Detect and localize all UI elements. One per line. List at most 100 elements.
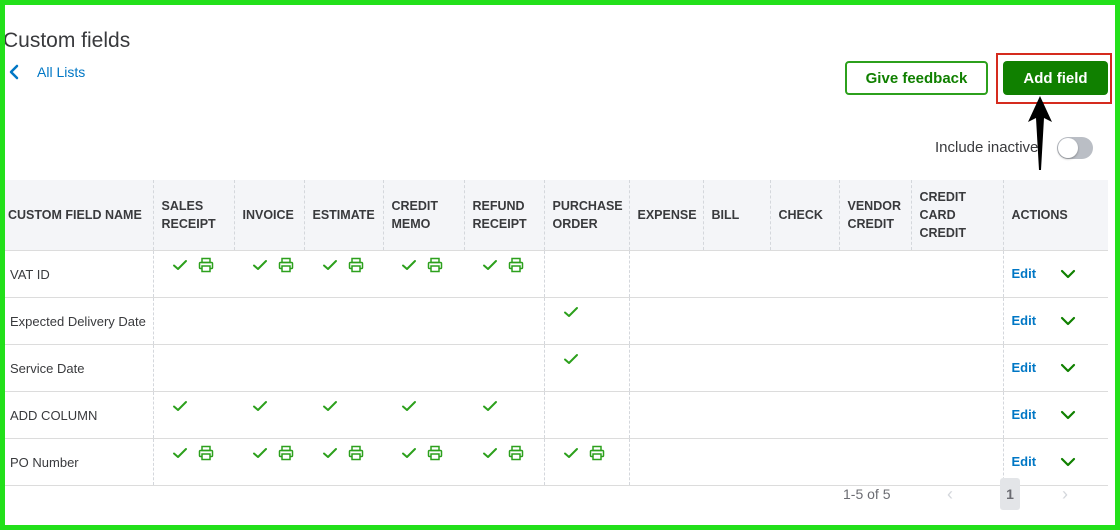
include-inactive-toggle[interactable] [1057, 137, 1093, 159]
cell-sales-receipt [152, 297, 234, 345]
table-row: Service Date Edit [5, 344, 1108, 392]
cell-vendor-credit [839, 344, 911, 392]
cell-refund-receipt [464, 438, 544, 486]
back-link-label: All Lists [37, 64, 86, 80]
cell-estimate [304, 250, 383, 298]
print-icon [427, 445, 443, 461]
check-icon [172, 448, 187, 458]
check-icon [402, 260, 416, 270]
table-row: ADD COLUMN Edit [5, 391, 1108, 439]
header-credit-card-credit[interactable]: CREDIT CARD CREDIT [910, 180, 1003, 251]
edit-link[interactable]: Edit [1012, 454, 1037, 469]
cell-invoice [234, 391, 304, 439]
annotation-arrow-icon [1028, 96, 1052, 170]
check-icon [563, 307, 578, 317]
prev-page-icon[interactable]: ‹ [947, 484, 953, 505]
check-icon [402, 448, 416, 458]
header-custom-field-name[interactable]: CUSTOM FIELD NAME [5, 180, 153, 251]
header-sales-receipt[interactable]: SALES RECEIPT [152, 180, 234, 251]
add-field-button[interactable]: Add field [1003, 61, 1108, 95]
cell-refund-receipt [464, 250, 544, 298]
cell-sales-receipt [152, 391, 234, 439]
print-icon [508, 445, 524, 461]
cell-bill [703, 297, 770, 345]
header-vendor-credit[interactable]: VENDOR CREDIT [838, 180, 911, 251]
print-icon [348, 445, 364, 461]
check-icon [483, 448, 497, 458]
cell-credit-card-credit [911, 344, 1003, 392]
cell-credit-memo [383, 438, 464, 486]
cell-estimate [304, 297, 383, 345]
chevron-down-icon[interactable] [1060, 316, 1076, 326]
check-icon [323, 448, 337, 458]
chevron-down-icon[interactable] [1060, 457, 1076, 467]
give-feedback-button[interactable]: Give feedback [845, 61, 988, 95]
print-icon [278, 445, 294, 461]
cell-bill [703, 250, 770, 298]
cell-bill [703, 344, 770, 392]
cell-credit-memo [383, 344, 464, 392]
cell-refund-receipt [464, 344, 544, 392]
cell-actions: Edit [1002, 297, 1108, 345]
chevron-down-icon[interactable] [1060, 410, 1076, 420]
cell-actions: Edit [1002, 250, 1108, 298]
cell-bill [703, 438, 770, 486]
header-bill[interactable]: BILL [702, 180, 770, 251]
cell-check [770, 391, 839, 439]
pagination: 1-5 of 5 ‹ 1 › [843, 478, 1103, 512]
print-icon [508, 257, 524, 273]
cell-invoice [234, 344, 304, 392]
next-page-icon[interactable]: › [1062, 484, 1068, 505]
check-icon [172, 401, 187, 411]
check-icon [323, 260, 337, 270]
cell-credit-memo [383, 391, 464, 439]
cell-check [770, 250, 839, 298]
page-title: Custom fields [3, 29, 131, 52]
include-inactive: Include inactive [935, 139, 1038, 156]
cell-expense [628, 391, 703, 439]
back-link[interactable]: All Lists [9, 64, 85, 80]
check-icon [323, 401, 337, 411]
cell-sales-receipt [152, 250, 234, 298]
table-row: VAT ID Edit [5, 250, 1108, 298]
cell-credit-card-credit [911, 391, 1003, 439]
page-button[interactable]: 1 [1000, 478, 1020, 510]
header-check[interactable]: CHECK [769, 180, 839, 251]
edit-link[interactable]: Edit [1012, 313, 1037, 328]
check-icon [253, 401, 267, 411]
cell-vendor-credit [839, 250, 911, 298]
cell-invoice [234, 438, 304, 486]
field-name: PO Number [5, 438, 153, 486]
chevron-down-icon[interactable] [1060, 269, 1076, 279]
cell-estimate [304, 438, 383, 486]
custom-fields-table: CUSTOM FIELD NAME SALES RECEIPT INVOICE E… [5, 180, 1108, 486]
table-header-row: CUSTOM FIELD NAME SALES RECEIPT INVOICE E… [5, 180, 1108, 251]
cell-actions: Edit [1002, 391, 1108, 439]
cell-check [770, 297, 839, 345]
print-icon [589, 445, 604, 461]
cell-refund-receipt [464, 297, 544, 345]
header-invoice[interactable]: INVOICE [233, 180, 304, 251]
cell-credit-memo [383, 250, 464, 298]
header-refund-receipt[interactable]: REFUND RECEIPT [463, 180, 544, 251]
edit-link[interactable]: Edit [1012, 360, 1037, 375]
toggle-knob [1058, 138, 1078, 158]
header-expense[interactable]: EXPENSE [628, 180, 703, 251]
check-icon [483, 401, 497, 411]
header-purchase-order[interactable]: PURCHASE ORDER [543, 180, 629, 251]
cell-credit-card-credit [911, 297, 1003, 345]
header-estimate[interactable]: ESTIMATE [303, 180, 383, 251]
cell-purchase-order [543, 250, 629, 298]
cell-expense [628, 297, 703, 345]
check-icon [253, 260, 267, 270]
chevron-down-icon[interactable] [1060, 363, 1076, 373]
cell-check [770, 344, 839, 392]
header-credit-memo[interactable]: CREDIT MEMO [382, 180, 464, 251]
cell-sales-receipt [152, 438, 234, 486]
edit-link[interactable]: Edit [1012, 407, 1037, 422]
cell-purchase-order [543, 344, 629, 392]
edit-link[interactable]: Edit [1012, 266, 1037, 281]
check-icon [253, 448, 267, 458]
print-icon [198, 257, 213, 273]
field-name: Expected Delivery Date [5, 297, 153, 345]
